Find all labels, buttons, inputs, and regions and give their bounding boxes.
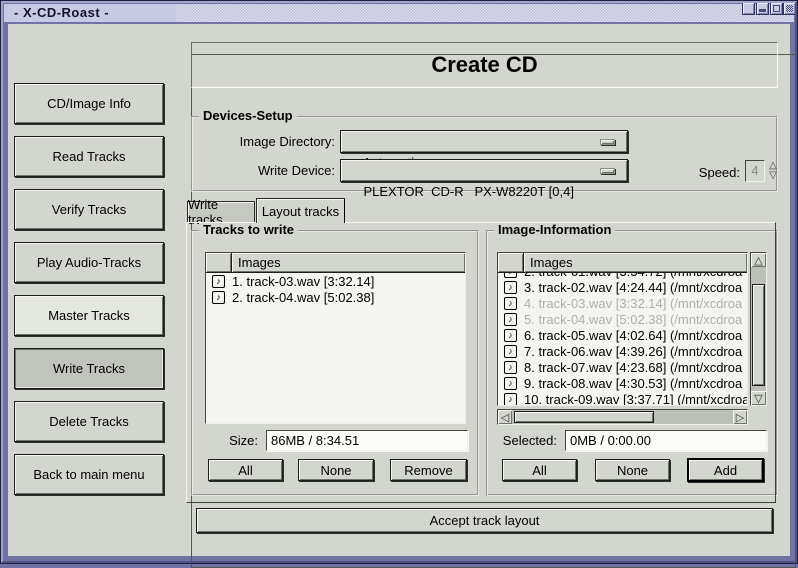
title-bar[interactable]: - X-CD-Roast - — [4, 4, 794, 22]
image-directory-dropdown[interactable]: Automatic — [340, 130, 628, 153]
iconify-icon — [759, 9, 766, 12]
menu-button[interactable] — [783, 2, 796, 15]
tab-write-tracks[interactable]: Write tracks — [187, 201, 255, 222]
sidebar-button-verify-tracks[interactable]: Verify Tracks — [14, 189, 164, 230]
write-device-label: Write Device: — [195, 159, 335, 182]
xcdroast-window: { "window": { "title": "- X-CD-Roast -",… — [0, 0, 798, 564]
sidebar-button-play-audio-tracks[interactable]: Play Audio-Tracks — [14, 242, 164, 283]
speed-spinner-arrows[interactable]: △ ▽ — [766, 160, 780, 182]
spin-down-icon[interactable]: ▽ — [769, 171, 777, 181]
sidebar-button-cd-image-info[interactable]: CD/Image Info — [14, 83, 164, 124]
option-menu-indicator-icon — [600, 139, 615, 145]
option-menu-indicator-icon — [600, 168, 615, 174]
write-device-value: PLEXTOR CD-R PX-W8220T [0,4] — [363, 184, 573, 199]
accept-track-layout-button[interactable]: Accept track layout — [196, 508, 773, 533]
image-directory-label: Image Directory: — [195, 130, 335, 153]
sidebar-button-write-tracks[interactable]: Write Tracks — [14, 348, 164, 389]
window-title: - X-CD-Roast - — [4, 4, 176, 22]
maximize-button[interactable] — [770, 2, 783, 15]
page-title: Create CD — [191, 42, 778, 88]
speed-label: Speed: — [688, 161, 740, 184]
sidebar-button-master-tracks[interactable]: Master Tracks — [14, 295, 164, 336]
write-device-dropdown[interactable]: PLEXTOR CD-R PX-W8220T [0,4] — [340, 159, 628, 182]
maximize-icon — [773, 5, 780, 12]
sidebar-button-back-to-main-menu[interactable]: Back to main menu — [14, 454, 164, 495]
shade-button[interactable] — [742, 2, 755, 15]
speed-spinner[interactable]: 4 — [745, 160, 765, 182]
sidebar-button-delete-tracks[interactable]: Delete Tracks — [14, 401, 164, 442]
image-information-legend: Image-Information — [494, 223, 615, 236]
tab-layout-tracks[interactable]: Layout tracks — [256, 198, 345, 223]
sidebar-button-read-tracks[interactable]: Read Tracks — [14, 136, 164, 177]
tracks-to-write-legend: Tracks to write — [199, 223, 298, 236]
window-content: CD/Image Info Read Tracks Verify Tracks Pla… — [8, 24, 790, 556]
iconify-button[interactable] — [756, 2, 769, 15]
notebook-page — [186, 222, 776, 503]
devices-setup-legend: Devices-Setup — [199, 109, 297, 122]
stipple-icon — [786, 5, 793, 12]
